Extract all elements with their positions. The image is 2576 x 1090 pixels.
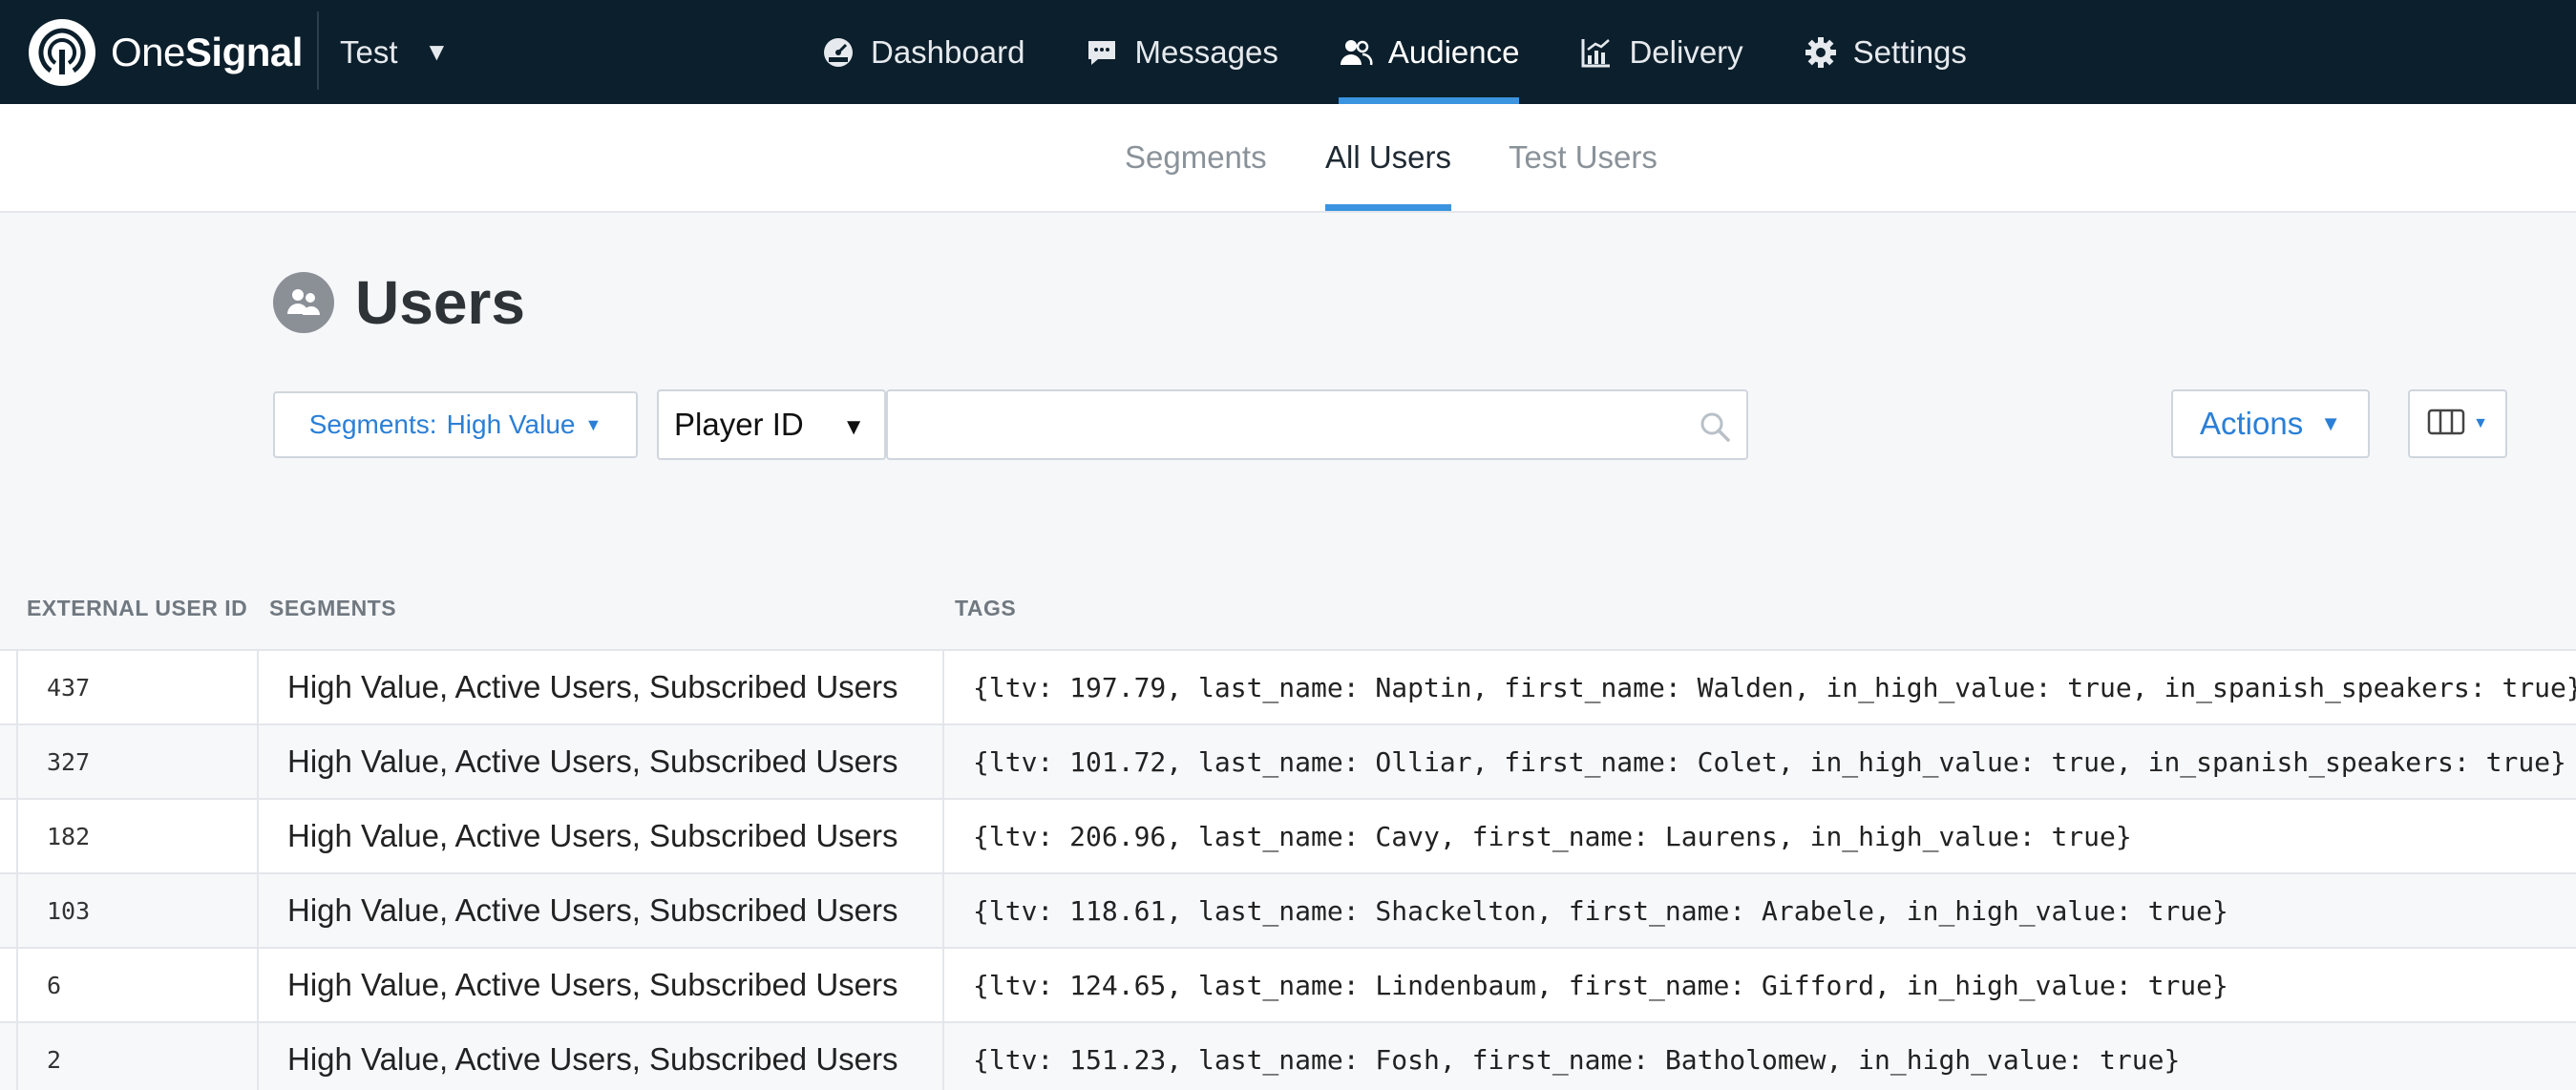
cell-external-id: 6 bbox=[16, 949, 259, 1021]
search-input[interactable] bbox=[888, 391, 1690, 458]
nav-item-label: Delivery bbox=[1629, 33, 1743, 70]
nav-item-label: Messages bbox=[1134, 33, 1278, 70]
cell-external-id: 103 bbox=[16, 874, 259, 947]
onesignal-logo-icon bbox=[29, 19, 95, 86]
onesignal-logo[interactable]: OneSignal bbox=[29, 19, 303, 86]
cell-tags: {ltv: 151.23, last_name: Fosh, first_nam… bbox=[973, 1043, 2181, 1076]
cell-segments: High Value, Active Users, Subscribed Use… bbox=[259, 949, 944, 1021]
nav-item-delivery[interactable]: Delivery bbox=[1579, 0, 1743, 104]
table-row[interactable]: 2 High Value, Active Users, Subscribed U… bbox=[0, 1021, 2576, 1090]
nav-item-audience[interactable]: Audience bbox=[1338, 0, 1520, 104]
cell-segments: High Value, Active Users, Subscribed Use… bbox=[259, 800, 944, 872]
column-header-tags[interactable]: TAGS bbox=[955, 596, 1016, 621]
segment-filter-prefix: Segments: bbox=[308, 409, 437, 439]
cell-external-id: 437 bbox=[16, 651, 259, 723]
actions-label: Actions bbox=[2200, 406, 2304, 441]
cell-segments: High Value, Active Users, Subscribed Use… bbox=[259, 725, 944, 798]
cell-tags: {ltv: 206.96, last_name: Cavy, first_nam… bbox=[973, 820, 2132, 852]
users-icon bbox=[273, 272, 334, 333]
tab-all-users[interactable]: All Users bbox=[1325, 104, 1452, 211]
delivery-chart-icon bbox=[1579, 35, 1614, 70]
users-table: 437 High Value, Active Users, Subscribed… bbox=[0, 649, 2576, 1090]
table-row[interactable]: 437 High Value, Active Users, Subscribed… bbox=[0, 649, 2576, 723]
segment-filter-dropdown[interactable]: Segments: High Value ▼ bbox=[273, 391, 638, 458]
segment-filter-value: High Value bbox=[446, 409, 576, 439]
cell-external-id: 182 bbox=[16, 800, 259, 872]
caret-down-icon: ▼ bbox=[2473, 415, 2488, 431]
caret-down-icon: ▼ bbox=[424, 37, 450, 66]
top-navbar: OneSignal Test ▼ Dashboard Messages Audi… bbox=[0, 0, 2576, 104]
actions-button[interactable]: Actions ▼ bbox=[2171, 389, 2370, 458]
app-switcher-label: Test bbox=[340, 33, 398, 70]
main-nav: Dashboard Messages Audience Delivery Set… bbox=[821, 0, 2027, 104]
logo-word-light: One bbox=[111, 30, 185, 74]
column-header-external-id[interactable]: EXTERNAL USER ID bbox=[27, 596, 247, 621]
page-title: Users bbox=[355, 268, 525, 337]
app-switcher[interactable]: Test ▼ bbox=[340, 0, 449, 104]
search-field-select[interactable]: Player ID ▼ bbox=[657, 389, 886, 460]
search-box bbox=[886, 389, 1748, 460]
caret-down-icon: ▼ bbox=[2320, 411, 2341, 435]
columns-icon bbox=[2427, 409, 2465, 440]
table-row[interactable]: 327 High Value, Active Users, Subscribed… bbox=[0, 723, 2576, 798]
cell-segments: High Value, Active Users, Subscribed Use… bbox=[259, 874, 944, 947]
nav-item-settings[interactable]: Settings bbox=[1804, 0, 1967, 104]
caret-down-icon: ▼ bbox=[584, 414, 602, 434]
table-row[interactable]: 182 High Value, Active Users, Subscribed… bbox=[0, 798, 2576, 872]
search-field-value: Player ID bbox=[674, 407, 804, 442]
cell-segments: High Value, Active Users, Subscribed Use… bbox=[259, 651, 944, 723]
nav-item-dashboard[interactable]: Dashboard bbox=[821, 0, 1024, 104]
cell-tags: {ltv: 124.65, last_name: Lindenbaum, fir… bbox=[973, 969, 2228, 1001]
column-header-segments[interactable]: SEGMENTS bbox=[269, 596, 396, 621]
cell-tags: {ltv: 101.72, last_name: Olliar, first_n… bbox=[973, 745, 2566, 778]
page-header: Users bbox=[273, 267, 525, 338]
cell-external-id: 2 bbox=[16, 1023, 259, 1090]
nav-item-label: Audience bbox=[1387, 33, 1520, 70]
cell-segments: High Value, Active Users, Subscribed Use… bbox=[259, 1023, 944, 1090]
messages-icon bbox=[1085, 35, 1119, 70]
logo-word-bold: Signal bbox=[184, 30, 304, 74]
nav-item-label: Dashboard bbox=[871, 33, 1025, 70]
search-icon[interactable] bbox=[1699, 410, 1731, 448]
nav-item-messages[interactable]: Messages bbox=[1085, 0, 1278, 104]
table-row[interactable]: 103 High Value, Active Users, Subscribed… bbox=[0, 872, 2576, 947]
columns-toggle-button[interactable]: ▼ bbox=[2408, 389, 2507, 458]
cell-tags: {ltv: 118.61, last_name: Shackelton, fir… bbox=[973, 894, 2228, 927]
caret-down-icon: ▼ bbox=[842, 414, 865, 440]
table-header: EXTERNAL USER ID SEGMENTS TAGS bbox=[0, 573, 2576, 649]
tab-segments[interactable]: Segments bbox=[1125, 104, 1267, 211]
cell-external-id: 327 bbox=[16, 725, 259, 798]
gear-icon bbox=[1804, 35, 1838, 70]
logo-wordmark: OneSignal bbox=[111, 30, 303, 75]
audience-icon bbox=[1339, 35, 1373, 70]
table-row[interactable]: 6 High Value, Active Users, Subscribed U… bbox=[0, 947, 2576, 1021]
nav-divider bbox=[317, 11, 319, 90]
tab-test-users[interactable]: Test Users bbox=[1509, 104, 1658, 211]
nav-item-label: Settings bbox=[1852, 33, 1967, 70]
dashboard-gauge-icon bbox=[821, 35, 855, 70]
cell-tags: {ltv: 197.79, last_name: Naptin, first_n… bbox=[973, 671, 2576, 703]
sub-navbar: Segments All Users Test Users bbox=[0, 104, 2576, 213]
